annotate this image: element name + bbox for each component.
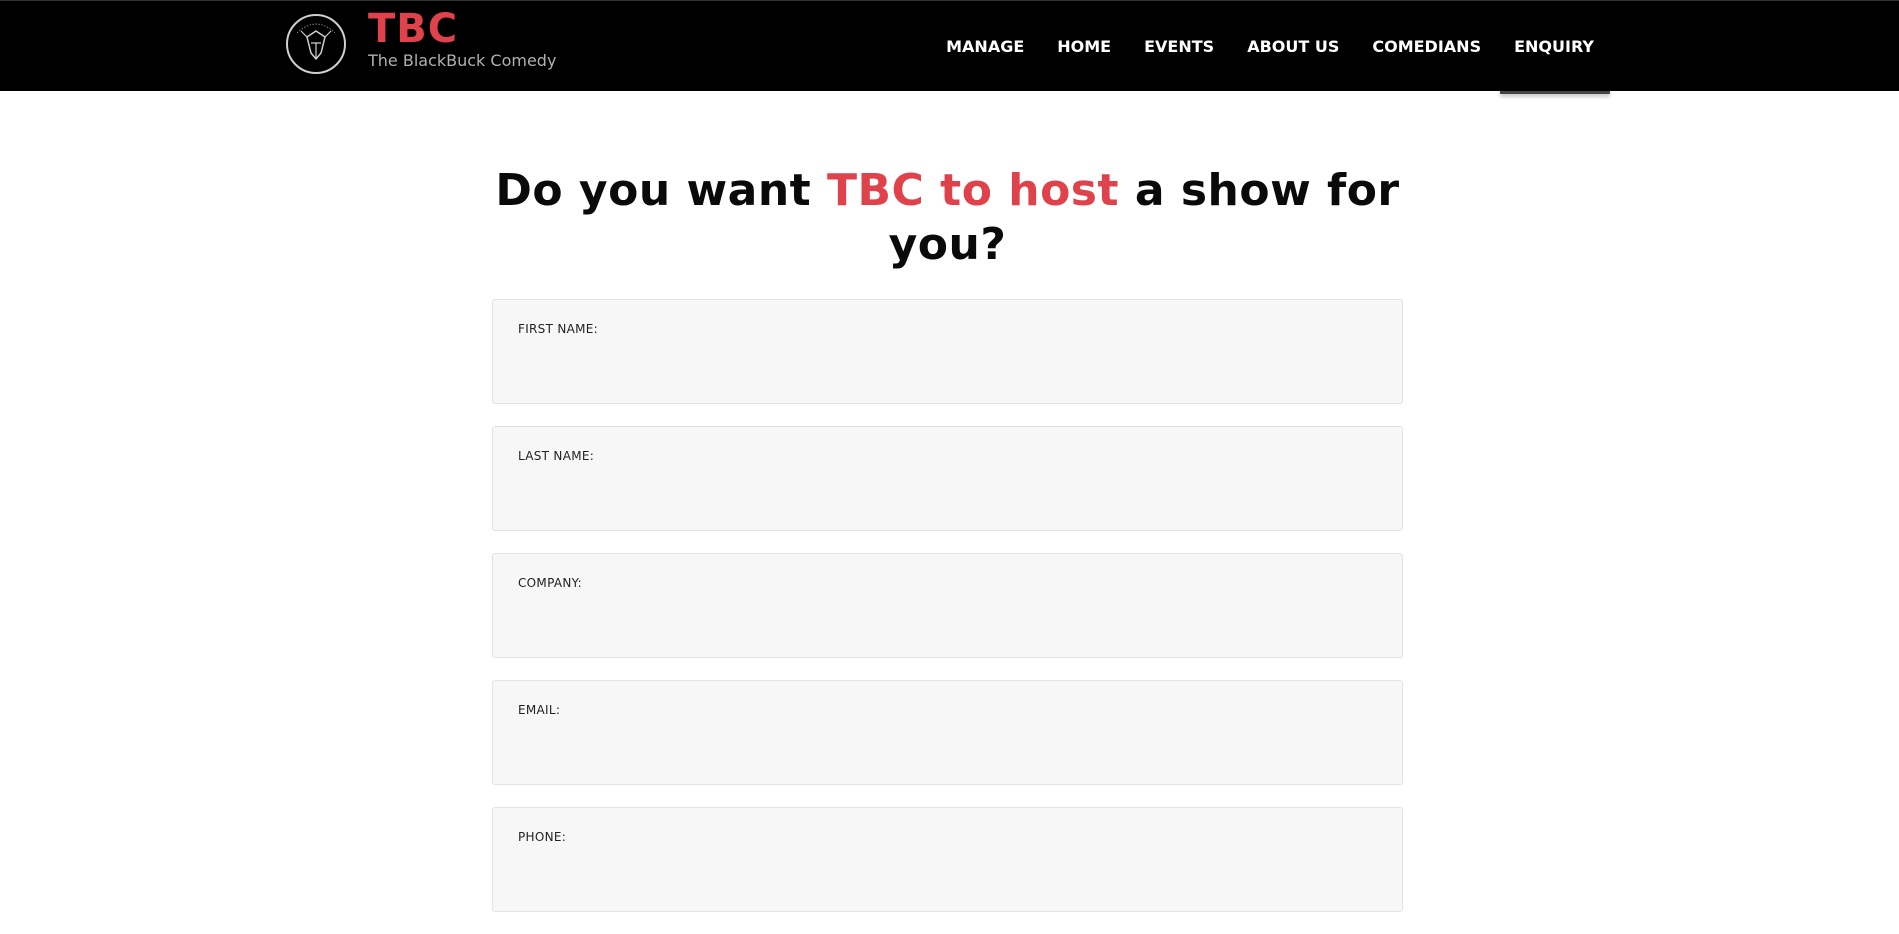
company-input[interactable] xyxy=(517,602,1381,640)
heading-accent: TBC to host xyxy=(827,165,1120,216)
page-heading: Do you want TBC to host a show for you? xyxy=(460,164,1435,272)
logo-icon[interactable] xyxy=(285,13,347,75)
first-name-label: FIRST NAME: xyxy=(518,322,599,336)
brand-title[interactable]: TBC xyxy=(368,9,458,49)
nav-home[interactable]: HOME xyxy=(1057,37,1111,56)
company-label: COMPANY: xyxy=(518,576,583,590)
last-name-input[interactable] xyxy=(517,475,1381,513)
email-label: EMAIL: xyxy=(518,703,561,717)
last-name-field[interactable]: LAST NAME: xyxy=(492,426,1403,531)
main-nav: MANAGE HOME EVENTS ABOUT US COMEDIANS EN… xyxy=(913,37,1594,56)
phone-field[interactable]: PHONE: xyxy=(492,807,1403,912)
brand-subtitle: The BlackBuck Comedy xyxy=(368,51,557,70)
first-name-input[interactable] xyxy=(517,348,1381,386)
heading-part1: Do you want xyxy=(495,165,827,216)
nav-comedians[interactable]: COMEDIANS xyxy=(1372,37,1481,56)
company-field[interactable]: COMPANY: xyxy=(492,553,1403,658)
enquiry-form: FIRST NAME: LAST NAME: COMPANY: EMAIL: P… xyxy=(492,299,1403,934)
site-header: TBC The BlackBuck Comedy MANAGE HOME EVE… xyxy=(0,0,1899,91)
email-input[interactable] xyxy=(517,729,1381,767)
first-name-field[interactable]: FIRST NAME: xyxy=(492,299,1403,404)
phone-label: PHONE: xyxy=(518,830,567,844)
phone-input[interactable] xyxy=(517,856,1381,894)
nav-manage[interactable]: MANAGE xyxy=(946,37,1024,56)
nav-events[interactable]: EVENTS xyxy=(1144,37,1214,56)
email-field[interactable]: EMAIL: xyxy=(492,680,1403,785)
nav-enquiry[interactable]: ENQUIRY xyxy=(1514,37,1594,56)
last-name-label: LAST NAME: xyxy=(518,449,595,463)
active-nav-indicator xyxy=(1500,91,1610,94)
nav-about-us[interactable]: ABOUT US xyxy=(1247,37,1339,56)
